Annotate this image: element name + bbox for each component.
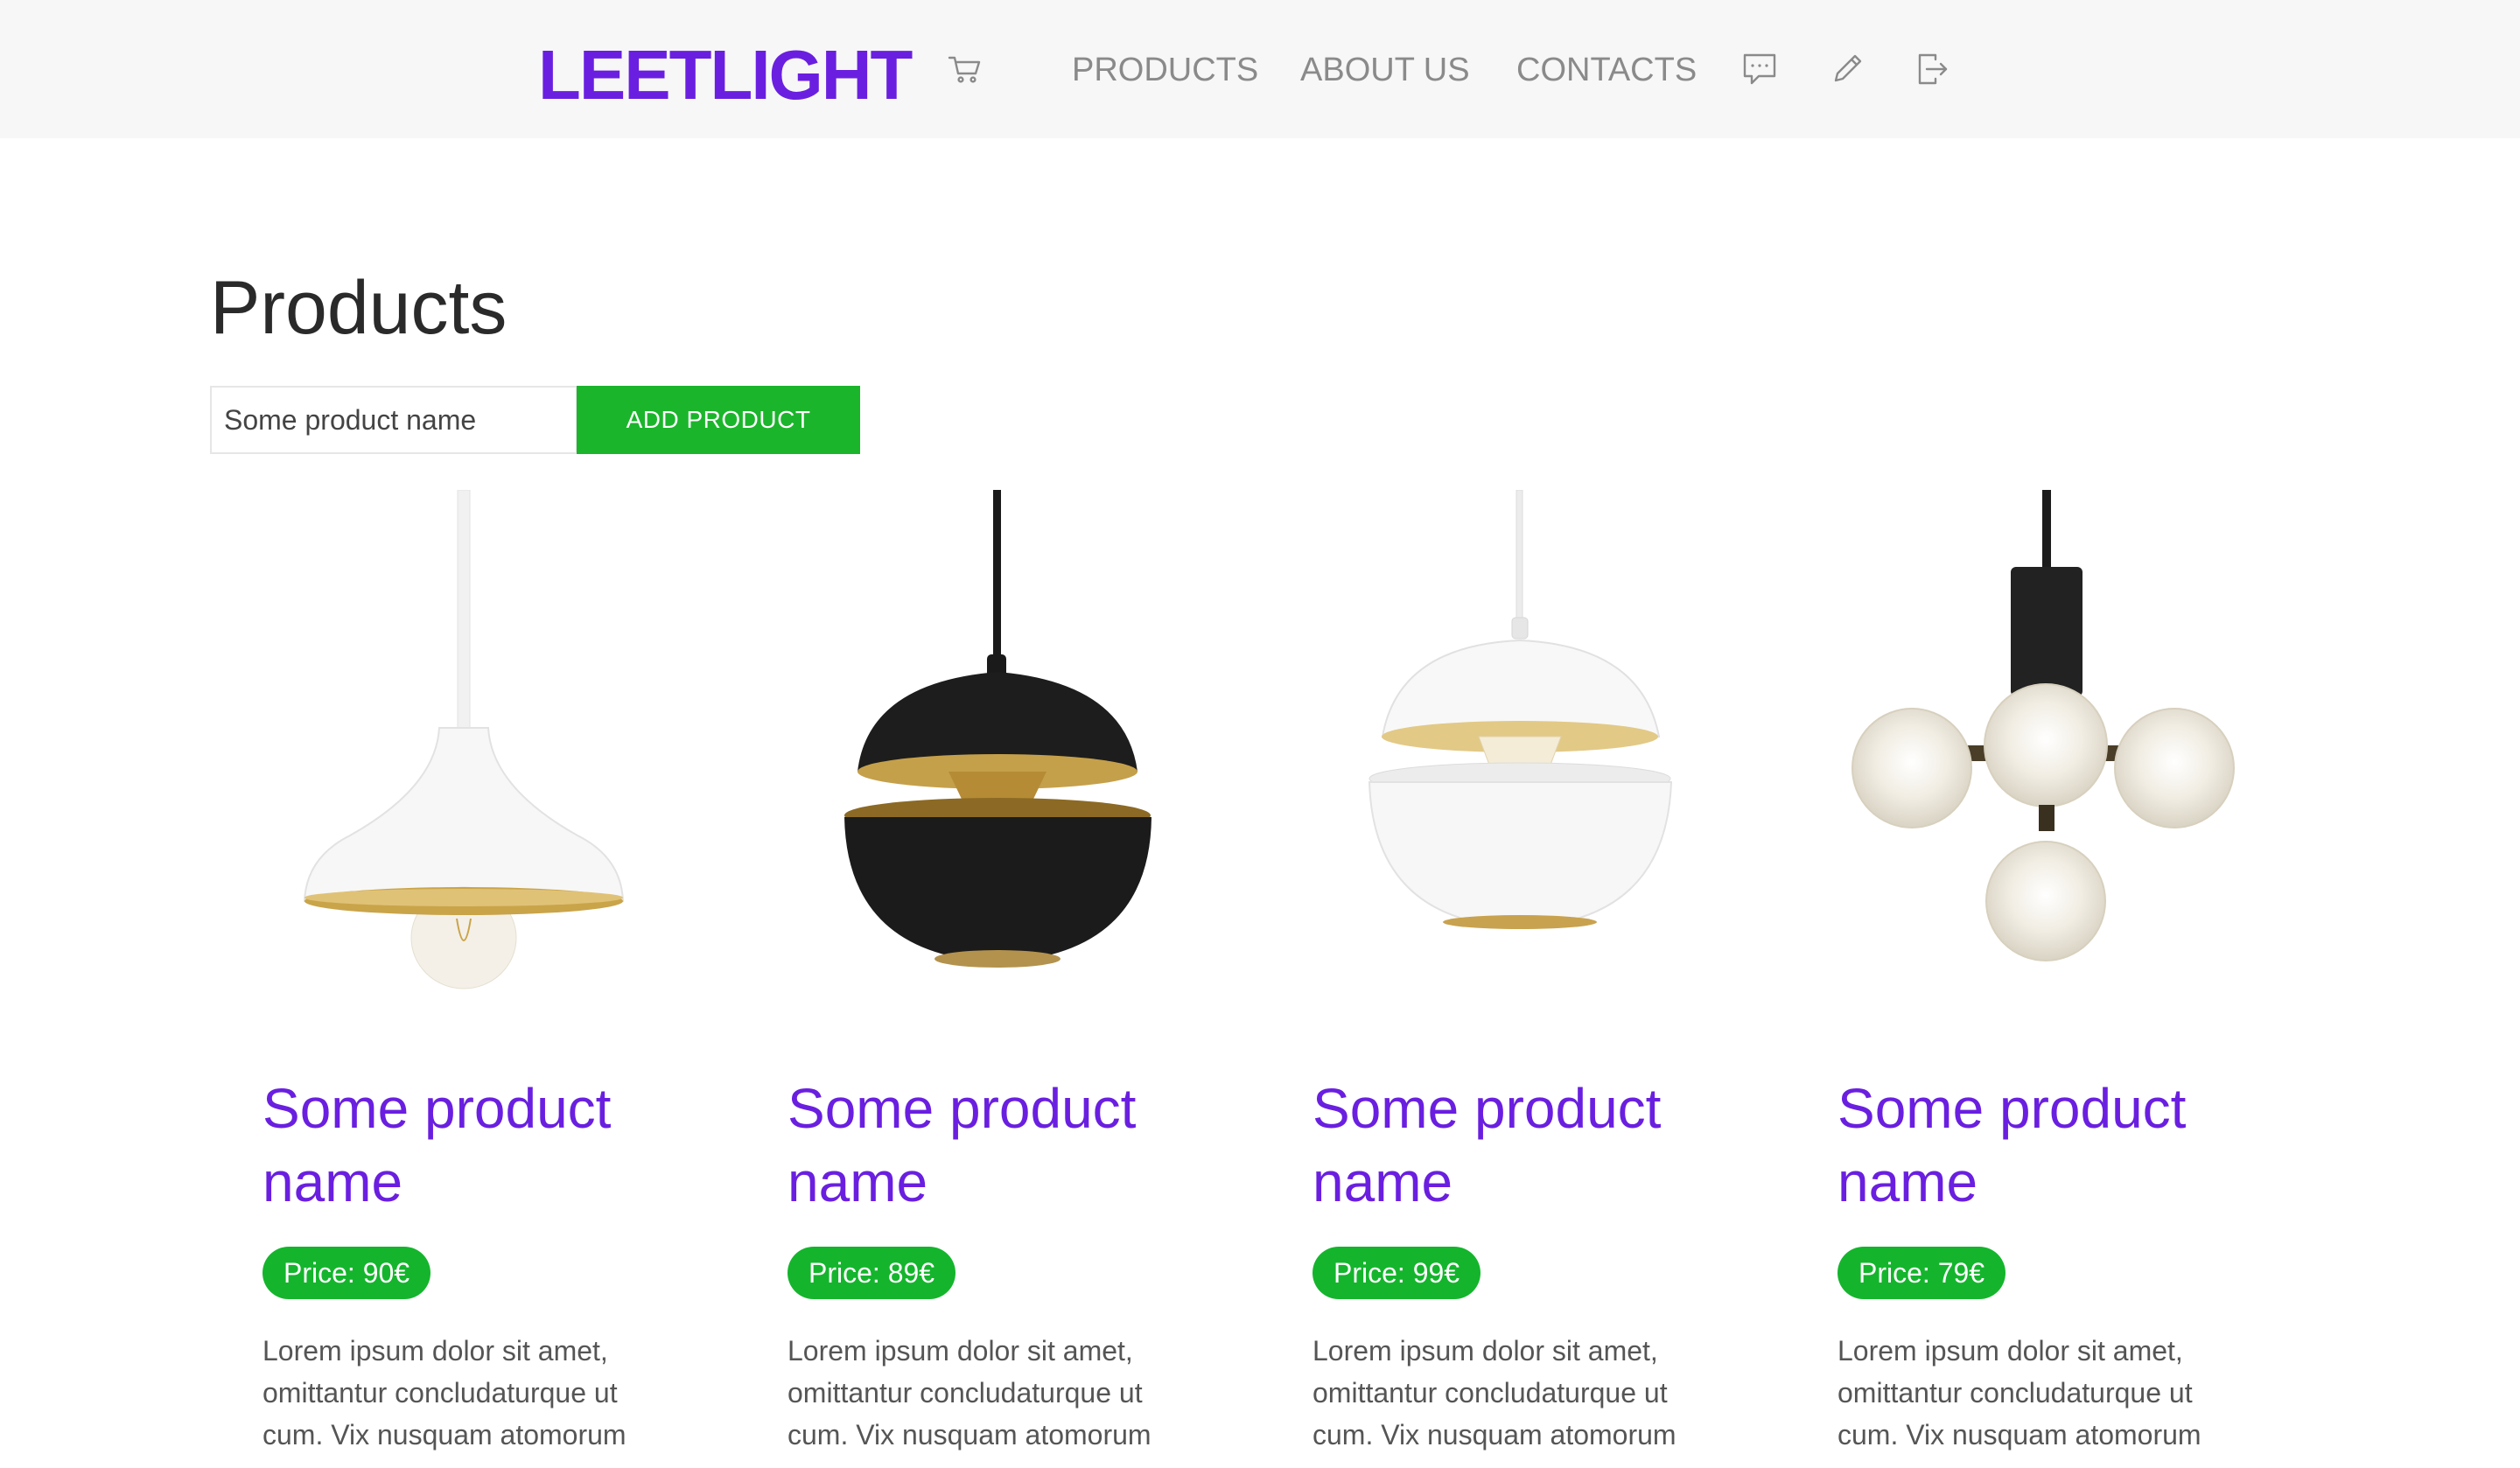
pencil-icon[interactable] — [1829, 51, 1866, 87]
globe-cluster-pendant-lamp-image[interactable] — [1785, 490, 2258, 1015]
add-product-button[interactable]: ADD PRODUCT — [577, 386, 860, 454]
cart-icon[interactable] — [947, 51, 984, 87]
product-description: Lorem ipsum dolor sit amet, omittantur c… — [1838, 1335, 2202, 1451]
nav-about-us[interactable]: ABOUT US — [1300, 49, 1470, 91]
product-name[interactable]: Some product name — [262, 1072, 665, 1219]
product-card: Some product name Price: 89€ Lorem ipsum… — [735, 490, 1208, 1468]
product-description: Lorem ipsum dolor sit amet, omittantur c… — [788, 1335, 1152, 1451]
product-description: Lorem ipsum dolor sit amet, omittantur c… — [262, 1335, 626, 1451]
product-name-input[interactable] — [210, 386, 578, 454]
white-sphere-pendant-lamp-image[interactable] — [1260, 490, 1732, 1015]
product-name[interactable]: Some product name — [1838, 1072, 2240, 1219]
chat-icon[interactable] — [1741, 51, 1778, 87]
product-card: Some product name Price: 99€ Lorem ipsum… — [1260, 490, 1732, 1468]
product-name[interactable]: Some product name — [1312, 1072, 1715, 1219]
top-header: LEETLIGHT PRODUCTS ABOUT US CONTACTS — [0, 0, 2520, 138]
price-badge: Price: 99€ — [1312, 1247, 1481, 1299]
product-name[interactable]: Some product name — [788, 1072, 1190, 1219]
white-cone-pendant-lamp-image[interactable] — [210, 490, 682, 1015]
product-card: Some product name Price: 90€ Lorem ipsum… — [210, 490, 682, 1468]
black-sphere-pendant-lamp-image[interactable] — [735, 490, 1208, 1015]
product-card: Some product name Price: 79€ Lorem ipsum… — [1785, 490, 2258, 1468]
logout-icon[interactable] — [1914, 51, 1951, 87]
price-badge: Price: 79€ — [1838, 1247, 2006, 1299]
nav-contacts[interactable]: CONTACTS — [1516, 49, 1697, 91]
nav-products[interactable]: PRODUCTS — [1072, 49, 1258, 91]
price-badge: Price: 89€ — [788, 1247, 956, 1299]
product-description: Lorem ipsum dolor sit amet, omittantur c… — [1312, 1335, 1676, 1451]
price-badge: Price: 90€ — [262, 1247, 431, 1299]
brand-logo[interactable]: LEETLIGHT — [538, 33, 913, 117]
page-title: Products — [210, 266, 508, 350]
